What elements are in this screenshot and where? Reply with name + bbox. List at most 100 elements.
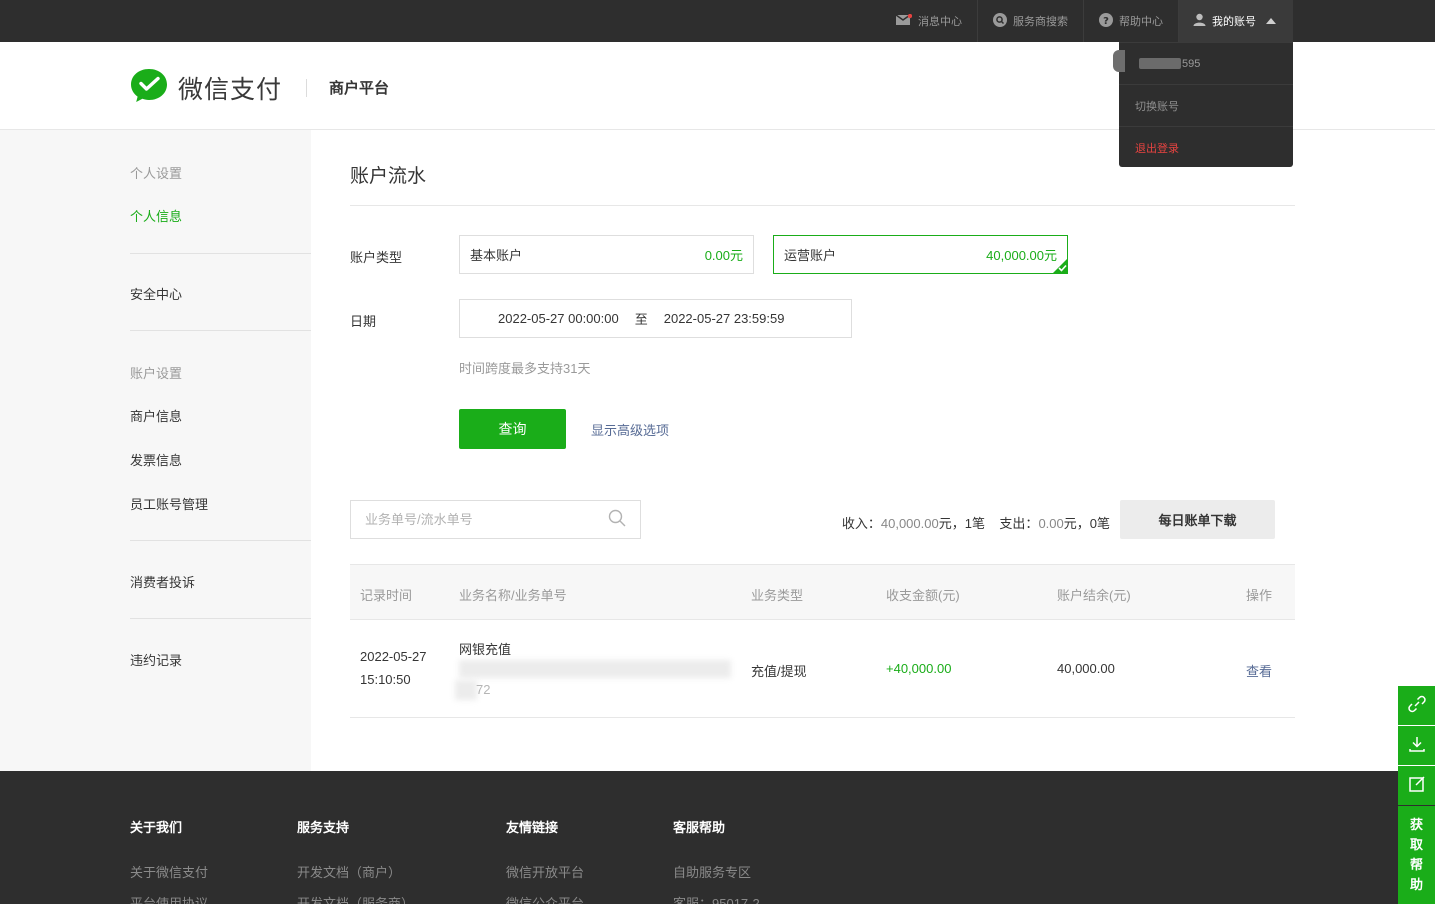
date-range-hint: 时间跨度最多支持31天: [459, 361, 591, 376]
help-char: 获: [1409, 817, 1423, 832]
page-title: 账户流水: [350, 166, 427, 187]
account-dropdown: 595 切换账号 退出登录: [1113, 42, 1293, 168]
operating-account-option[interactable]: 运营账户 40,000.00元: [773, 235, 1068, 274]
sidebar-heading-account: 账户设置: [130, 366, 183, 381]
row-biz-number-suffix: 72: [476, 682, 491, 697]
footer-link[interactable]: 平台使用协议: [130, 893, 208, 904]
operating-account-name: 运营账户: [784, 248, 837, 263]
provider-search-link[interactable]: 服务商搜索: [977, 0, 1083, 42]
daily-bill-download-button[interactable]: 每日账单下载: [1120, 500, 1275, 539]
switch-account-item[interactable]: 切换账号: [1119, 84, 1293, 126]
sidebar-divider: [130, 540, 311, 541]
footer-column-service: 客服帮助 自助服务专区 客服：95017-2: [673, 817, 760, 904]
footer-title: 友情链接: [506, 820, 559, 835]
row-biz-name: 网银充值: [459, 642, 512, 657]
sidebar-item-staff[interactable]: 员工账号管理: [130, 494, 208, 513]
expense-label: 支出：: [999, 516, 1039, 531]
footer-link[interactable]: 自助服务专区: [673, 862, 760, 881]
row-amount: +40,000.00: [886, 661, 952, 676]
logo-divider: [306, 78, 308, 97]
sidebar-item-invoice-info[interactable]: 发票信息: [130, 450, 182, 469]
row-balance: 40,000.00: [1057, 661, 1115, 676]
platform-name: 商户平台: [329, 80, 390, 97]
message-center-link[interactable]: 消息中心: [881, 0, 977, 42]
column-header-action: 操作: [1246, 588, 1273, 603]
search-icon[interactable]: [608, 509, 626, 530]
logout-item[interactable]: 退出登录: [1119, 126, 1293, 168]
link-tool-button[interactable]: [1398, 686, 1435, 725]
top-nav: 消息中心 服务商搜索 ? 帮助中心 我的账号: [881, 0, 1293, 42]
logo-text: 微信支付: [178, 75, 283, 104]
basic-account-option[interactable]: 基本账户 0.00元: [459, 235, 754, 274]
sidebar-divider: [130, 618, 311, 619]
footer-link[interactable]: 客服：95017-2: [673, 893, 760, 904]
footer-link[interactable]: 关于微信支付: [130, 862, 208, 881]
operating-account-amount: 40,000.00元: [986, 248, 1057, 263]
footer-title: 服务支持: [297, 820, 350, 835]
feedback-tool-button[interactable]: [1398, 766, 1435, 805]
selected-check-icon: [1052, 258, 1068, 274]
footer-link[interactable]: 开发文档（商户）: [297, 862, 414, 881]
date-separator: 至: [634, 312, 648, 327]
footer-title: 客服帮助: [673, 820, 726, 835]
masked-biz-number: [455, 680, 477, 700]
footer-column-links: 友情链接 微信开放平台 微信公众平台: [506, 817, 584, 904]
sidebar-item-complaints[interactable]: 消费者投诉: [130, 572, 195, 591]
help-char: 助: [1409, 877, 1423, 892]
search-circle-icon: [993, 12, 1013, 30]
order-search-input[interactable]: [365, 512, 608, 527]
row-time: 15:10:50: [360, 672, 411, 687]
column-header-amount: 收支金额(元): [886, 588, 960, 603]
footer-title: 关于我们: [130, 820, 183, 835]
row-date: 2022-05-27: [360, 649, 427, 664]
link-icon: [1407, 695, 1426, 716]
help-char: 帮: [1409, 857, 1423, 872]
my-account-toggle[interactable]: 我的账号: [1178, 0, 1293, 42]
sidebar-item-personal-info[interactable]: 个人信息: [130, 206, 182, 225]
expense-unit: 元，: [1063, 516, 1090, 531]
wechat-pay-logo-icon: [130, 68, 168, 107]
order-search-box[interactable]: [350, 500, 641, 539]
edit-icon: [1408, 775, 1426, 796]
footer-link[interactable]: 开发文档（服务商）: [297, 893, 414, 904]
sidebar-item-merchant-info[interactable]: 商户信息: [130, 406, 182, 425]
top-bar: 消息中心 服务商搜索 ? 帮助中心 我的账号: [0, 0, 1435, 42]
sidebar-heading-personal: 个人设置: [130, 166, 183, 181]
user-icon: [1193, 13, 1212, 29]
help-center-label: 帮助中心: [1119, 16, 1163, 28]
advanced-options-link[interactable]: 显示高级选项: [591, 420, 669, 439]
basic-account-name: 基本账户: [470, 248, 523, 263]
download-icon: [1408, 735, 1426, 756]
provider-search-label: 服务商搜索: [1013, 16, 1068, 28]
table-header: 记录时间 业务名称/业务单号 业务类型 收支金额(元) 账户结余(元) 操作: [350, 564, 1295, 620]
column-header-biz-name: 业务名称/业务单号: [459, 588, 567, 603]
account-id-suffix: 595: [1182, 57, 1201, 70]
income-count: 1笔: [964, 516, 985, 531]
query-button[interactable]: 查询: [459, 409, 566, 449]
help-center-link[interactable]: ? 帮助中心: [1083, 0, 1178, 42]
help-char: 取: [1409, 837, 1423, 852]
account-id-item[interactable]: 595: [1119, 42, 1293, 84]
masked-account-id: [1139, 58, 1181, 69]
sidebar-item-violations[interactable]: 违约记录: [130, 650, 182, 669]
floating-toolbar: 获 取 帮 助: [1398, 686, 1435, 904]
column-header-balance: 账户结余(元): [1057, 588, 1131, 603]
income-label: 收入：: [841, 516, 881, 531]
footer-column-support: 服务支持 开发文档（商户） 开发文档（服务商）: [297, 817, 414, 904]
mail-icon: [895, 13, 918, 29]
income-unit: 元，: [938, 516, 965, 531]
row-view-link[interactable]: 查看: [1246, 661, 1272, 680]
date-to: 2022-05-27 23:59:59: [663, 311, 785, 326]
date-from: 2022-05-27 00:00:00: [498, 311, 619, 326]
title-divider: [350, 205, 1295, 206]
footer-column-about: 关于我们 关于微信支付 平台使用协议: [130, 817, 208, 904]
download-tool-button[interactable]: [1398, 726, 1435, 765]
sidebar-divider: [130, 330, 311, 331]
date-label: 日期: [350, 314, 377, 329]
footer-link[interactable]: 微信开放平台: [506, 862, 584, 881]
footer-link[interactable]: 微信公众平台: [506, 893, 584, 904]
logo[interactable]: 微信支付 商户平台: [130, 68, 389, 107]
date-range-picker[interactable]: 2022-05-27 00:00:00 至 2022-05-27 23:59:5…: [459, 299, 852, 338]
sidebar-item-security[interactable]: 安全中心: [130, 284, 182, 303]
get-help-button[interactable]: 获 取 帮 助: [1398, 806, 1435, 904]
